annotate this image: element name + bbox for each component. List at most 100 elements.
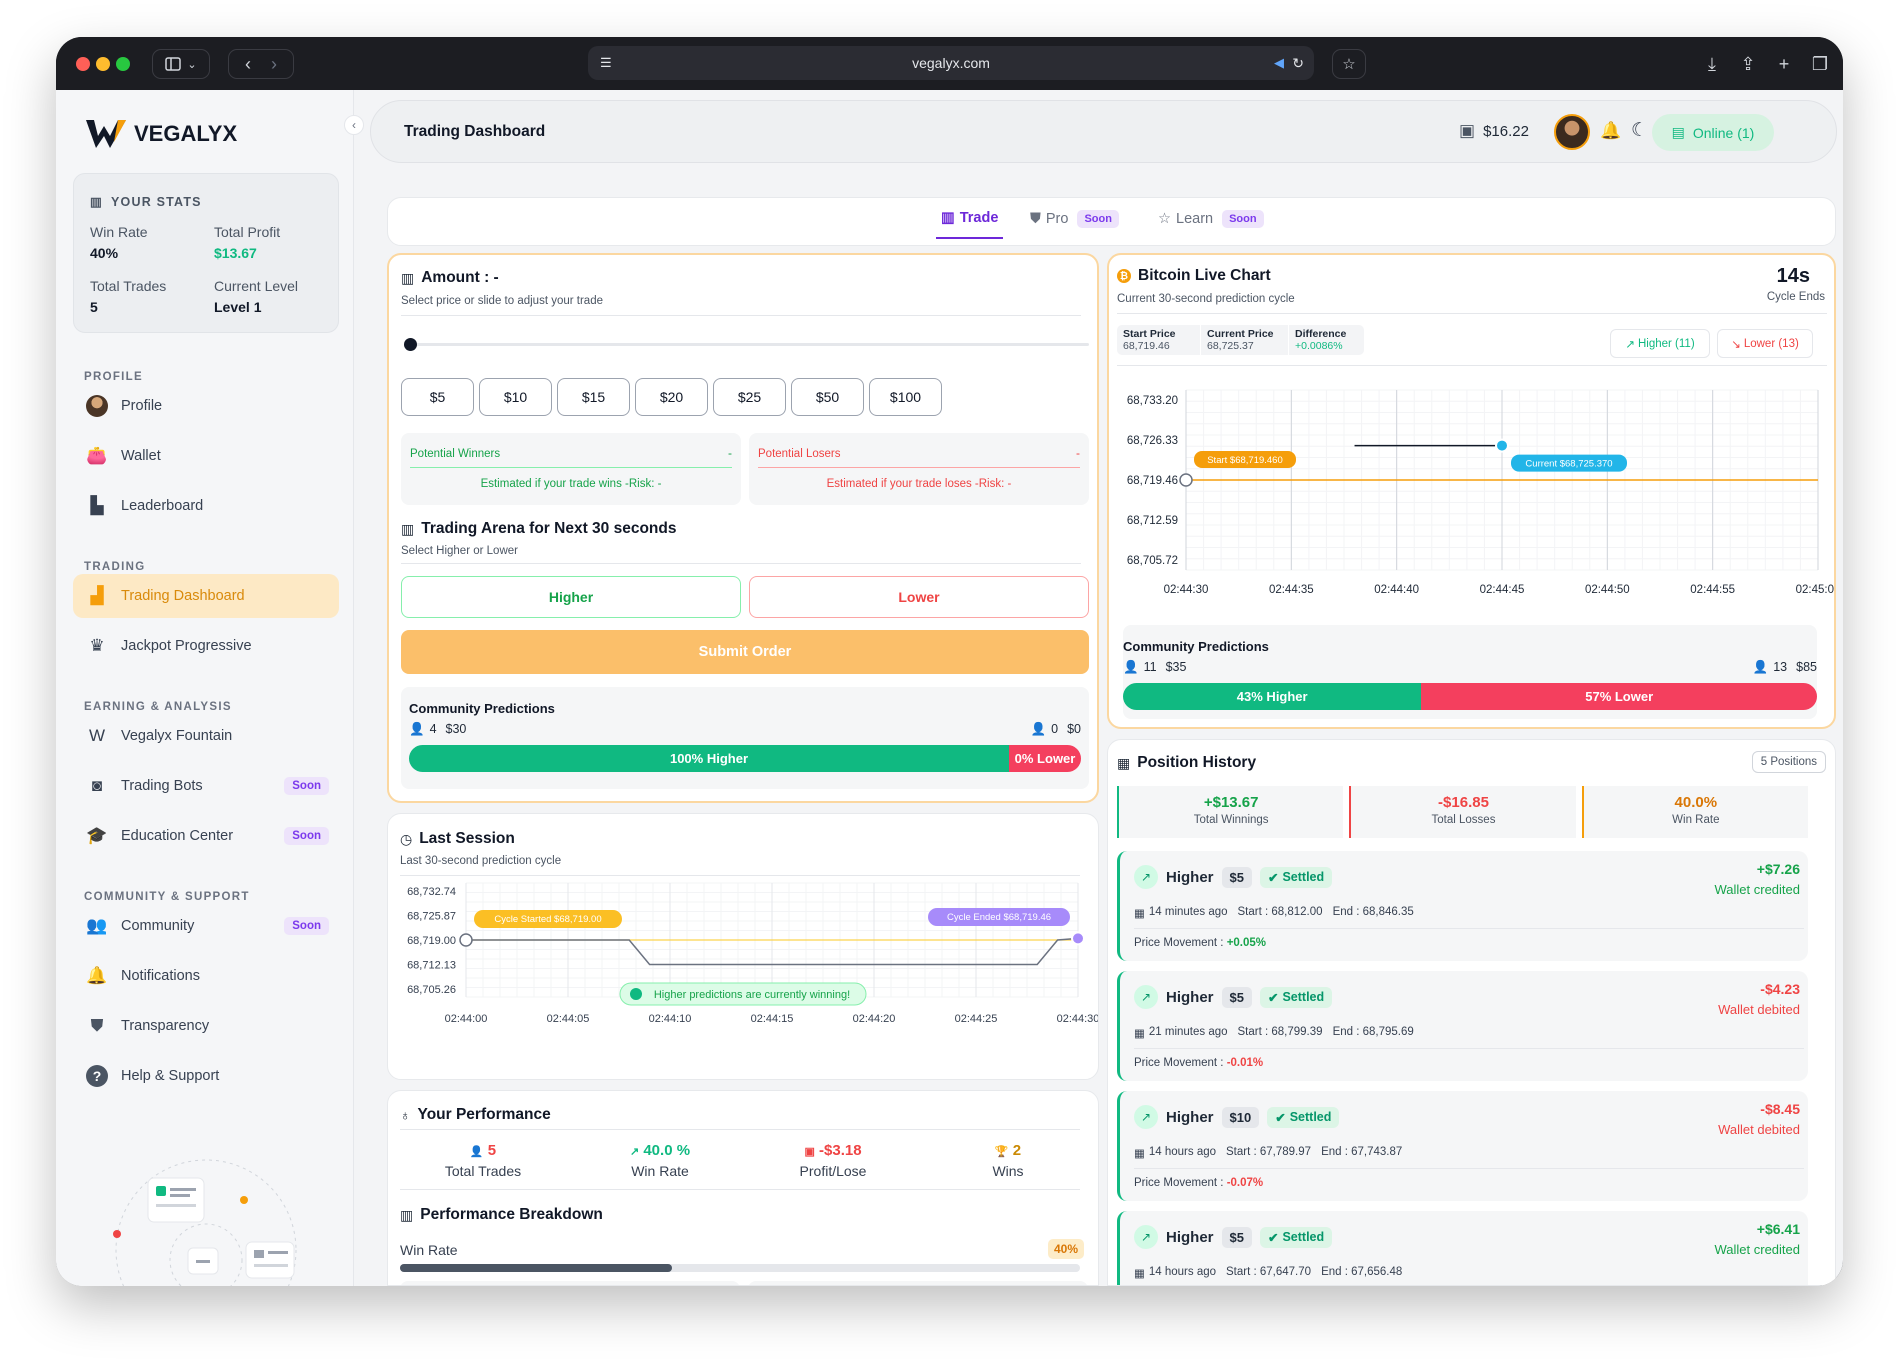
app-content: VEGALYX ‹ ▥ YOUR STATS Win Rate 40% Total …	[56, 90, 1843, 1286]
fountain-icon: W	[88, 726, 106, 745]
sidebar-item-transparency[interactable]: ⛊ Transparency	[73, 1004, 339, 1048]
amount-title: Amount : -	[421, 269, 499, 286]
sidebar-item-trading-bots[interactable]: ◙ Trading Bots Soon	[73, 764, 339, 808]
y-tick-label: 68,719.00	[407, 935, 456, 947]
award-icon: ♁	[400, 1107, 411, 1123]
moon-icon[interactable]: ☾	[1631, 119, 1648, 142]
divider	[400, 1189, 1080, 1190]
btc-chart: 02:44:30 02:44:35 02:44:40 02:44:45 02:44:50…	[1127, 389, 1834, 596]
balance-display[interactable]: ▣ $16.22	[1459, 121, 1529, 141]
sidebar-item-fountain[interactable]: W Vegalyx Fountain	[73, 714, 339, 758]
chart-icon: ▥	[401, 269, 415, 286]
total-profit-stat: Total Profit $13.67	[214, 224, 280, 261]
new-tab-icon[interactable]: +	[1771, 51, 1797, 77]
sidebar-item-education[interactable]: 🎓 Education Center Soon	[73, 814, 339, 858]
reload-icon[interactable]: ↻	[1292, 55, 1304, 72]
y-tick-label: 68,725.87	[407, 911, 456, 923]
higher-button[interactable]: Higher	[401, 576, 741, 618]
arena-title: Trading Arena for Next 30 seconds	[421, 520, 677, 537]
online-status[interactable]: ▤ Online (1)	[1652, 114, 1774, 151]
value: 5	[487, 1142, 497, 1159]
countdown: 14s	[1776, 265, 1810, 287]
tab-learn[interactable]: ☆ Learn Soon	[1158, 210, 1264, 228]
forward-icon[interactable]: ›	[271, 54, 277, 75]
back-icon[interactable]: ‹	[245, 54, 251, 75]
btc-subtitle: Current 30-second prediction cycle	[1117, 293, 1295, 305]
sidebar-item-community[interactable]: 👥 Community Soon	[73, 904, 339, 948]
performance-panel: ♁ Your Performance 👤 5 Total Trades ↗ 40…	[387, 1090, 1099, 1286]
position-item[interactable]: ↗ Higher $5 ✔ Settled ▦ 21 minutes ago Start : …	[1117, 971, 1808, 1081]
address-bar[interactable]: ☰ vegalyx.com ◀ ↻	[588, 46, 1314, 80]
shield-icon: ⛊	[1030, 211, 1041, 227]
amount-button[interactable]: $5	[401, 378, 474, 416]
amount-button[interactable]: $50	[791, 378, 864, 416]
audio-icon[interactable]: ◀	[1274, 55, 1284, 71]
movement-label: Price Movement :	[1134, 1177, 1224, 1189]
slider-handle[interactable]	[404, 338, 417, 351]
minimize-window-button[interactable]	[96, 57, 110, 71]
higher-bar: 100% Higher	[409, 745, 1009, 772]
price-movement: Price Movement : -0.01%	[1134, 1057, 1263, 1069]
sidebar-item-leaderboard[interactable]: ▙ Leaderboard	[73, 484, 339, 528]
btc-higher-button[interactable]: ↗ Higher (11)	[1610, 329, 1710, 358]
tabs-overview-icon[interactable]: ❐	[1807, 51, 1833, 77]
current-price: Current Price 68,725.37	[1201, 325, 1289, 355]
sidebar-item-notifications[interactable]: 🔔 Notifications	[73, 954, 339, 998]
online-label: Online (1)	[1692, 124, 1755, 141]
position-details: ▦ 21 minutes ago Start : 68,799.39 End : 68…	[1134, 1026, 1414, 1040]
bell-icon[interactable]: 🔔	[1600, 121, 1621, 141]
download-icon[interactable]: ⤓	[1699, 51, 1725, 77]
calendar-icon: ▦	[1134, 1028, 1145, 1040]
total-profit-label: Total Profit	[214, 224, 281, 240]
divider	[410, 467, 732, 468]
history-nav: ‹ ›	[228, 49, 294, 79]
tab-pro[interactable]: ⛊ Pro Soon	[1030, 210, 1119, 228]
bookmark-button[interactable]: ☆	[1332, 49, 1366, 79]
position-item[interactable]: ↗ Higher $5 ✔ Settled ▦ 14 minutes ago Start : …	[1117, 851, 1808, 961]
total-profit-value: $13.67	[214, 245, 257, 261]
position-item[interactable]: ↗ Higher $10 ✔ Settled ▦ 14 hours ago Start : 6…	[1117, 1091, 1808, 1201]
page-settings-icon[interactable]: ☰	[600, 55, 612, 71]
perf-win-rate: ↗ 40.0 % Win Rate	[610, 1142, 710, 1179]
sidebar-item-jackpot[interactable]: ♛ Jackpot Progressive	[73, 624, 339, 668]
position-header: ↗ Higher $10 ✔ Settled	[1134, 1105, 1340, 1129]
soon-badge: Soon	[1222, 210, 1264, 228]
sidebar-item-wallet[interactable]: 👛 Wallet	[73, 434, 339, 478]
sidebar-toggle-button[interactable]: ⌄	[152, 49, 210, 79]
collapse-sidebar-button[interactable]: ‹	[344, 115, 364, 135]
sidebar-item-trading-dashboard[interactable]: ▟ Trading Dashboard	[73, 574, 339, 618]
brand-logo[interactable]: VEGALYX	[84, 118, 237, 150]
amount-slider[interactable]	[404, 338, 1089, 351]
losers-value: -	[1076, 446, 1080, 460]
status-badge: ✔ Settled	[1259, 866, 1333, 888]
sidebar-item-label: Leaderboard	[121, 498, 204, 514]
position-pnl: +$7.26	[1756, 861, 1800, 877]
movement-value: +0.05%	[1226, 937, 1267, 949]
label: Wins	[992, 1163, 1024, 1179]
cycle-end-point	[1071, 931, 1085, 946]
y-tick-label: 68,712.13	[407, 960, 456, 972]
avatar[interactable]	[1554, 114, 1590, 150]
position-direction: Higher	[1166, 1228, 1214, 1246]
sidebar-item-help[interactable]: ? Help & Support	[73, 1054, 339, 1098]
amount-button[interactable]: $25	[713, 378, 786, 416]
stats-card: ▥ YOUR STATS Win Rate 40% Total Profit $13.…	[73, 173, 339, 333]
sidebar-item-label: Help & Support	[121, 1068, 220, 1084]
amount-button[interactable]: $100	[869, 378, 942, 416]
position-item[interactable]: ↗ Higher $5 ✔ Settled ▦ 14 hours ago Start : 67…	[1117, 1211, 1808, 1285]
tab-trade[interactable]: ▥ Trade	[936, 210, 1004, 239]
x-tick-label: 02:44:50	[1585, 584, 1630, 596]
sidebar-item-profile[interactable]: Profile	[73, 384, 339, 428]
win-rate-stat: Win Rate 40%	[90, 224, 148, 261]
close-window-button[interactable]	[76, 57, 90, 71]
lower-button[interactable]: Lower	[749, 576, 1089, 618]
btc-lower-button[interactable]: ↘ Lower (13)	[1717, 329, 1813, 358]
position-time: 14 minutes ago	[1148, 906, 1228, 918]
share-icon[interactable]: ⇪	[1735, 51, 1761, 77]
zoom-window-button[interactable]	[116, 57, 130, 71]
amount-button[interactable]: $15	[557, 378, 630, 416]
amount-button[interactable]: $10	[479, 378, 552, 416]
info-icon	[630, 988, 642, 1000]
submit-order-button[interactable]: Submit Order	[401, 630, 1089, 674]
amount-button[interactable]: $20	[635, 378, 708, 416]
